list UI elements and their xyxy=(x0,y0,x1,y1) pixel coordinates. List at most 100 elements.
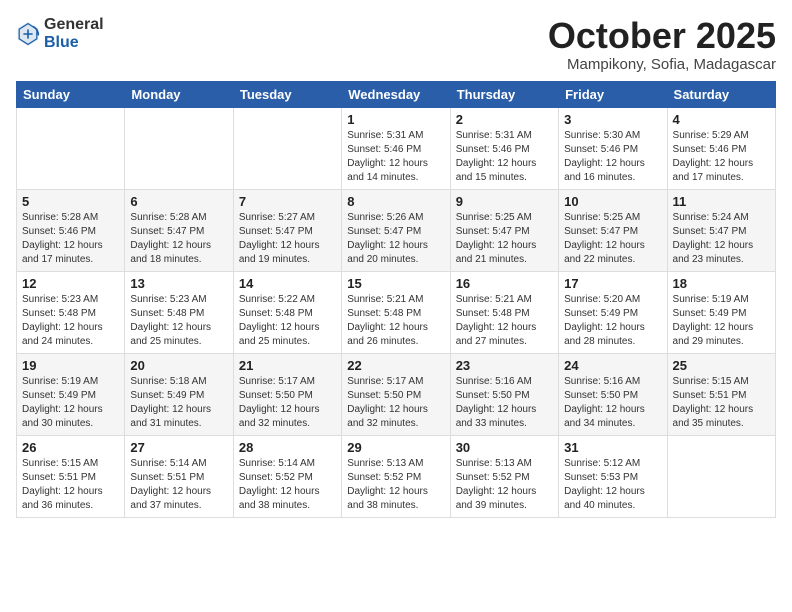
calendar-table: SundayMondayTuesdayWednesdayThursdayFrid… xyxy=(16,81,776,518)
calendar-cell xyxy=(17,107,125,189)
calendar-cell: 24 Sunrise: 5:16 AMSunset: 5:50 PMDayligh… xyxy=(559,353,667,435)
day-number: 8 xyxy=(347,194,444,209)
calendar-cell: 19Sunrise: 5:19 AMSunset: 5:49 PMDayligh… xyxy=(17,353,125,435)
day-info: Sunrise: 5:17 AMSunset: 5:50 PMDaylight:… xyxy=(239,375,336,431)
page-header: General Blue October 2025 Mampikony, Sof… xyxy=(16,16,776,73)
calendar-cell: 15 Sunrise: 5:21 AMSunset: 5:48 PMDayligh… xyxy=(342,271,450,353)
calendar-cell: 22 Sunrise: 5:17 AMSunset: 5:50 PMDayligh… xyxy=(342,353,450,435)
logo-general: General xyxy=(44,16,104,34)
calendar-cell: 16 Sunrise: 5:21 AMSunset: 5:48 PMDayligh… xyxy=(450,271,558,353)
calendar-cell: 28 Sunrise: 5:14 AMSunset: 5:52 PMDayligh… xyxy=(233,435,341,517)
calendar-cell xyxy=(125,107,233,189)
calendar-cell: 6Sunrise: 5:28 AMSunset: 5:47 PMDaylight… xyxy=(125,189,233,271)
calendar-cell: 9 Sunrise: 5:25 AMSunset: 5:47 PMDaylight… xyxy=(450,189,558,271)
logo: General Blue xyxy=(16,16,104,51)
day-number: 24 xyxy=(564,358,661,373)
weekday-header-sunday: Sunday xyxy=(17,81,125,107)
weekday-header-monday: Monday xyxy=(125,81,233,107)
weekday-header-tuesday: Tuesday xyxy=(233,81,341,107)
calendar-cell: 17Sunrise: 5:20 AMSunset: 5:49 PMDayligh… xyxy=(559,271,667,353)
day-number: 26 xyxy=(22,440,119,455)
day-number: 29 xyxy=(347,440,444,455)
day-info: Sunrise: 5:14 AMSunset: 5:52 PMDaylight:… xyxy=(239,457,336,513)
day-number: 22 xyxy=(347,358,444,373)
day-number: 4 xyxy=(673,112,770,127)
calendar-cell: 21 Sunrise: 5:17 AMSunset: 5:50 PMDayligh… xyxy=(233,353,341,435)
calendar-cell: 18Sunrise: 5:19 AMSunset: 5:49 PMDayligh… xyxy=(667,271,775,353)
day-info: Sunrise: 5:30 AMSunset: 5:46 PMDaylight:… xyxy=(564,129,661,185)
day-number: 2 xyxy=(456,112,553,127)
calendar-week-3: 12 Sunrise: 5:23 AMSunset: 5:48 PMDayligh… xyxy=(17,271,776,353)
day-number: 21 xyxy=(239,358,336,373)
calendar-cell: 14 Sunrise: 5:22 AMSunset: 5:48 PMDayligh… xyxy=(233,271,341,353)
calendar-cell: 31Sunrise: 5:12 AMSunset: 5:53 PMDayligh… xyxy=(559,435,667,517)
day-number: 27 xyxy=(130,440,227,455)
calendar-cell: 20 Sunrise: 5:18 AMSunset: 5:49 PMDayligh… xyxy=(125,353,233,435)
day-info: Sunrise: 5:16 AMSunset: 5:50 PMDaylight:… xyxy=(456,375,553,431)
logo-icon xyxy=(16,20,40,48)
day-number: 11 xyxy=(673,194,770,209)
calendar-cell: 2 Sunrise: 5:31 AMSunset: 5:46 PMDaylight… xyxy=(450,107,558,189)
day-number: 30 xyxy=(456,440,553,455)
calendar-week-4: 19Sunrise: 5:19 AMSunset: 5:49 PMDayligh… xyxy=(17,353,776,435)
day-number: 1 xyxy=(347,112,444,127)
day-info: Sunrise: 5:27 AMSunset: 5:47 PMDaylight:… xyxy=(239,211,336,267)
calendar-cell: 30 Sunrise: 5:13 AMSunset: 5:52 PMDayligh… xyxy=(450,435,558,517)
weekday-header-thursday: Thursday xyxy=(450,81,558,107)
day-number: 20 xyxy=(130,358,227,373)
calendar-cell: 4 Sunrise: 5:29 AMSunset: 5:46 PMDaylight… xyxy=(667,107,775,189)
day-number: 9 xyxy=(456,194,553,209)
day-info: Sunrise: 5:23 AMSunset: 5:48 PMDaylight:… xyxy=(130,293,227,349)
day-info: Sunrise: 5:25 AMSunset: 5:47 PMDaylight:… xyxy=(456,211,553,267)
day-info: Sunrise: 5:19 AMSunset: 5:49 PMDaylight:… xyxy=(22,375,119,431)
calendar-cell: 3Sunrise: 5:30 AMSunset: 5:46 PMDaylight… xyxy=(559,107,667,189)
day-info: Sunrise: 5:31 AMSunset: 5:46 PMDaylight:… xyxy=(456,129,553,185)
day-info: Sunrise: 5:17 AMSunset: 5:50 PMDaylight:… xyxy=(347,375,444,431)
calendar-week-2: 5Sunrise: 5:28 AMSunset: 5:46 PMDaylight… xyxy=(17,189,776,271)
day-info: Sunrise: 5:23 AMSunset: 5:48 PMDaylight:… xyxy=(22,293,119,349)
day-number: 23 xyxy=(456,358,553,373)
day-number: 15 xyxy=(347,276,444,291)
weekday-header-saturday: Saturday xyxy=(667,81,775,107)
day-info: Sunrise: 5:12 AMSunset: 5:53 PMDaylight:… xyxy=(564,457,661,513)
calendar-cell: 23 Sunrise: 5:16 AMSunset: 5:50 PMDayligh… xyxy=(450,353,558,435)
logo-blue: Blue xyxy=(44,34,104,52)
day-info: Sunrise: 5:24 AMSunset: 5:47 PMDaylight:… xyxy=(673,211,770,267)
day-number: 16 xyxy=(456,276,553,291)
day-number: 28 xyxy=(239,440,336,455)
day-number: 10 xyxy=(564,194,661,209)
calendar-cell: 10 Sunrise: 5:25 AMSunset: 5:47 PMDayligh… xyxy=(559,189,667,271)
day-info: Sunrise: 5:18 AMSunset: 5:49 PMDaylight:… xyxy=(130,375,227,431)
day-number: 14 xyxy=(239,276,336,291)
day-info: Sunrise: 5:13 AMSunset: 5:52 PMDaylight:… xyxy=(347,457,444,513)
day-info: Sunrise: 5:13 AMSunset: 5:52 PMDaylight:… xyxy=(456,457,553,513)
calendar-cell: 1 Sunrise: 5:31 AMSunset: 5:46 PMDaylight… xyxy=(342,107,450,189)
calendar-cell: 11 Sunrise: 5:24 AMSunset: 5:47 PMDayligh… xyxy=(667,189,775,271)
day-info: Sunrise: 5:21 AMSunset: 5:48 PMDaylight:… xyxy=(347,293,444,349)
day-info: Sunrise: 5:22 AMSunset: 5:48 PMDaylight:… xyxy=(239,293,336,349)
day-info: Sunrise: 5:26 AMSunset: 5:47 PMDaylight:… xyxy=(347,211,444,267)
day-info: Sunrise: 5:31 AMSunset: 5:46 PMDaylight:… xyxy=(347,129,444,185)
day-number: 17 xyxy=(564,276,661,291)
day-info: Sunrise: 5:29 AMSunset: 5:46 PMDaylight:… xyxy=(673,129,770,185)
calendar-cell xyxy=(233,107,341,189)
day-number: 12 xyxy=(22,276,119,291)
calendar-cell: 25Sunrise: 5:15 AMSunset: 5:51 PMDayligh… xyxy=(667,353,775,435)
day-info: Sunrise: 5:15 AMSunset: 5:51 PMDaylight:… xyxy=(673,375,770,431)
calendar-cell: 29 Sunrise: 5:13 AMSunset: 5:52 PMDayligh… xyxy=(342,435,450,517)
day-info: Sunrise: 5:15 AMSunset: 5:51 PMDaylight:… xyxy=(22,457,119,513)
day-info: Sunrise: 5:16 AMSunset: 5:50 PMDaylight:… xyxy=(564,375,661,431)
day-info: Sunrise: 5:25 AMSunset: 5:47 PMDaylight:… xyxy=(564,211,661,267)
calendar-cell: 5Sunrise: 5:28 AMSunset: 5:46 PMDaylight… xyxy=(17,189,125,271)
day-number: 5 xyxy=(22,194,119,209)
calendar-cell: 26 Sunrise: 5:15 AMSunset: 5:51 PMDayligh… xyxy=(17,435,125,517)
day-info: Sunrise: 5:21 AMSunset: 5:48 PMDaylight:… xyxy=(456,293,553,349)
day-number: 13 xyxy=(130,276,227,291)
location-subtitle: Mampikony, Sofia, Madagascar xyxy=(548,56,776,73)
calendar-week-5: 26 Sunrise: 5:15 AMSunset: 5:51 PMDayligh… xyxy=(17,435,776,517)
weekday-header-wednesday: Wednesday xyxy=(342,81,450,107)
month-title: October 2025 xyxy=(548,16,776,56)
title-block: October 2025 Mampikony, Sofia, Madagasca… xyxy=(548,16,776,73)
day-info: Sunrise: 5:14 AMSunset: 5:51 PMDaylight:… xyxy=(130,457,227,513)
day-number: 6 xyxy=(130,194,227,209)
